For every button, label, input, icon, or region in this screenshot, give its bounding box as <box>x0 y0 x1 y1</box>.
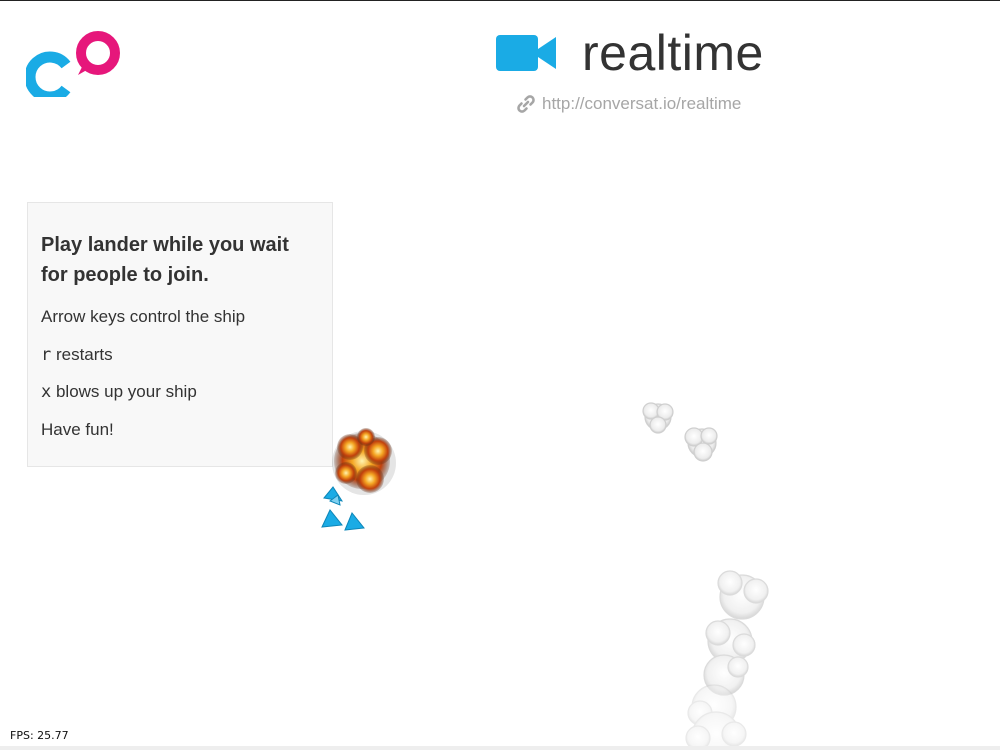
explode-text: blows up your ship <box>51 382 197 401</box>
fps-readout: FPS: 25.77 <box>10 729 69 742</box>
page: realtime http://conversat.io/realtime Pl… <box>0 0 1000 750</box>
room-url-link[interactable]: http://conversat.io/realtime <box>542 94 741 114</box>
smoke-puffs <box>642 402 769 750</box>
explode-key: x <box>41 382 52 402</box>
room-link-row: http://conversat.io/realtime <box>515 93 741 115</box>
restart-text: restarts <box>51 344 113 364</box>
instruction-explode: x blows up your ship <box>41 381 318 403</box>
instruction-controls: Arrow keys control the ship <box>41 307 246 326</box>
chain-link-icon <box>517 95 535 113</box>
instruction-restart: r restarts <box>41 344 318 366</box>
bottom-divider <box>0 746 1000 750</box>
instructions-heading: Play lander while you wait for people to… <box>41 234 289 286</box>
restart-key: r <box>41 344 52 365</box>
video-camera-icon <box>496 35 556 71</box>
room-title: realtime <box>582 25 764 81</box>
game-instructions-panel: Play lander while you wait for people to… <box>27 202 333 467</box>
room-header: realtime <box>494 21 764 85</box>
explosion-sprite <box>332 428 396 495</box>
instruction-closing: Have fun! <box>41 419 114 439</box>
conversat-logo[interactable] <box>26 27 126 97</box>
ship-debris <box>321 486 365 531</box>
